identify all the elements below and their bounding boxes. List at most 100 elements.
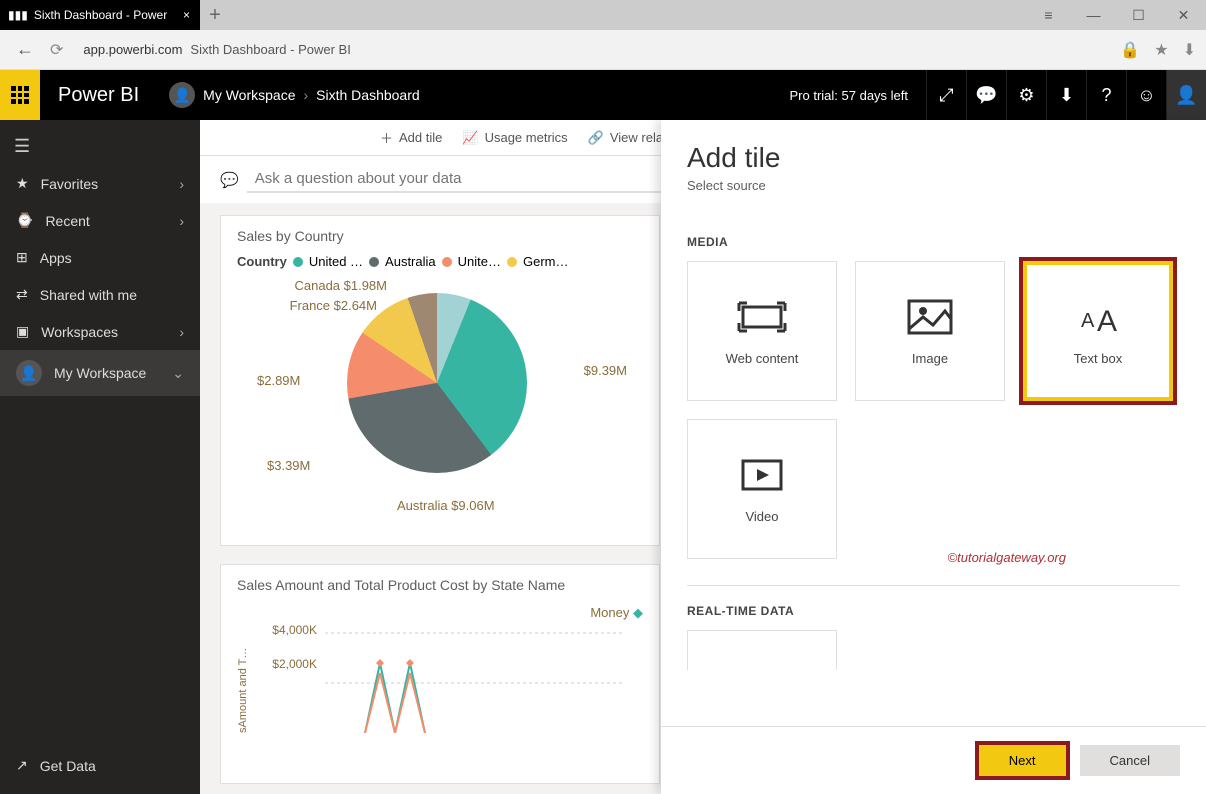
pie-label: Canada $1.98M <box>294 278 387 293</box>
legend-item: Unite… <box>458 254 501 269</box>
hamburger-icon[interactable]: ☰ <box>0 128 200 165</box>
tile-option-video[interactable]: Video <box>687 419 837 559</box>
browser-tab[interactable]: ▮▮▮ Sixth Dashboard - Power × <box>0 0 200 30</box>
star-icon: ★ <box>16 175 29 192</box>
pie-body <box>347 293 527 473</box>
add-tile-panel: Add tile Select source MEDIA Web content… <box>661 120 1206 794</box>
clock-icon: ⌚ <box>16 212 33 229</box>
line-chart <box>325 623 625 733</box>
pie-label: $9.39M <box>584 363 627 378</box>
back-button[interactable]: ← <box>10 39 40 60</box>
add-tile-button[interactable]: ＋Add tile <box>380 128 442 147</box>
url-field[interactable]: app.powerbi.com Sixth Dashboard - Power … <box>73 36 1110 63</box>
sb-label: Workspaces <box>41 324 118 340</box>
opt-label: Text box <box>1074 351 1122 366</box>
y-tick: $4,000K <box>257 623 317 637</box>
svg-text:A: A <box>1081 310 1095 332</box>
tile-sales-by-country[interactable]: Sales by Country Country United … Austra… <box>220 215 660 546</box>
close-window-icon[interactable]: ✕ <box>1161 7 1206 24</box>
sidebar-item-recent[interactable]: ⌚ Recent › <box>0 202 200 239</box>
help-icon[interactable]: ? <box>1086 70 1126 120</box>
opt-label: Video <box>745 509 778 524</box>
download-nav-icon[interactable]: ⬇ <box>1046 70 1086 120</box>
qa-input[interactable] <box>247 166 667 193</box>
avatar-icon[interactable]: 👤 <box>169 82 195 108</box>
download-icon[interactable]: ⬇ <box>1183 40 1196 60</box>
url-title: Sixth Dashboard - Power BI <box>190 42 350 57</box>
settings-icon[interactable]: ⚙ <box>1006 70 1046 120</box>
legend-item: United … <box>309 254 363 269</box>
sb-label: Shared with me <box>40 287 137 303</box>
sb-label: Favorites <box>41 176 99 192</box>
sidebar-item-workspaces[interactable]: ▣ Workspaces › <box>0 313 200 350</box>
fullscreen-icon[interactable]: ⤢ <box>926 70 966 120</box>
pie-label: France $2.64M <box>290 298 377 313</box>
minimize-icon[interactable]: — <box>1071 7 1116 23</box>
panel-title: Add tile <box>687 142 1180 174</box>
getdata-icon: ↗ <box>16 757 28 774</box>
sidebar-item-myworkspace[interactable]: 👤 My Workspace ⌄ <box>0 350 200 396</box>
menu-icon[interactable]: ≡ <box>1026 7 1071 23</box>
tile-option-web[interactable]: Web content <box>687 261 837 401</box>
cancel-button[interactable]: Cancel <box>1080 745 1180 776</box>
legend-item: Money <box>590 605 629 620</box>
next-button[interactable]: Next <box>979 745 1066 776</box>
usage-metrics-button[interactable]: 📈Usage metrics <box>462 130 567 146</box>
tile-option-image[interactable]: Image <box>855 261 1005 401</box>
grid-icon: ⊞ <box>16 249 28 266</box>
tb-label: View relat <box>610 130 667 145</box>
related-icon: 🔗 <box>588 130 604 146</box>
window-controls: ≡ — ☐ ✕ <box>1026 0 1206 30</box>
legend-dot <box>442 257 452 267</box>
chevron-icon: › <box>303 87 308 103</box>
new-tab-button[interactable]: + <box>200 4 230 27</box>
workspace-icon: ▣ <box>16 323 29 340</box>
tile-option-realtime[interactable] <box>687 630 837 670</box>
section-media: MEDIA <box>687 235 1180 249</box>
legend-dot <box>507 257 517 267</box>
tab-title: Sixth Dashboard - Power <box>34 8 167 22</box>
pie-label: $3.39M <box>267 458 310 473</box>
maximize-icon[interactable]: ☐ <box>1116 7 1161 24</box>
chevron-icon: › <box>179 213 184 229</box>
sidebar-item-favorites[interactable]: ★ Favorites › <box>0 165 200 202</box>
panel-subtitle: Select source <box>687 178 1180 193</box>
app-launcher[interactable] <box>0 70 40 120</box>
sidebar: ☰ ★ Favorites › ⌚ Recent › ⊞ Apps ⇄ Shar… <box>0 120 200 794</box>
close-tab-icon[interactable]: × <box>183 8 190 22</box>
sidebar-item-apps[interactable]: ⊞ Apps <box>0 239 200 276</box>
sidebar-item-getdata[interactable]: ↗ Get Data <box>0 747 200 784</box>
chat-icon[interactable]: 💬 <box>966 70 1006 120</box>
opt-label: Web content <box>726 351 799 366</box>
chevron-icon: › <box>179 176 184 192</box>
address-bar: ← ⟳ app.powerbi.com Sixth Dashboard - Po… <box>0 30 1206 70</box>
legend-dot <box>293 257 303 267</box>
pie-chart: Canada $1.98M France $2.64M $9.39M $2.89… <box>237 273 637 533</box>
chevron-icon: › <box>179 324 184 340</box>
url-host: app.powerbi.com <box>83 42 182 57</box>
metrics-icon: 📈 <box>462 130 478 146</box>
share-icon: ⇄ <box>16 286 28 303</box>
crumb-workspace[interactable]: My Workspace <box>203 87 295 103</box>
legend-item: Australia <box>385 254 436 269</box>
feedback-icon[interactable]: ☺ <box>1126 70 1166 120</box>
opt-label: Image <box>912 351 948 366</box>
tile-option-textbox[interactable]: AA Text box <box>1023 261 1173 401</box>
refresh-button[interactable]: ⟳ <box>50 40 63 60</box>
crumb-dashboard[interactable]: Sixth Dashboard <box>316 87 420 103</box>
avatar-icon: 👤 <box>16 360 42 386</box>
view-related-button[interactable]: 🔗 View relat <box>588 130 667 146</box>
chat-icon: 💬 <box>220 171 239 189</box>
section-realtime: REAL-TIME DATA <box>687 604 1180 618</box>
legend-dot <box>369 257 379 267</box>
favorite-icon[interactable]: ★ <box>1154 40 1168 60</box>
pie-label: Australia $9.06M <box>397 498 495 513</box>
sidebar-item-shared[interactable]: ⇄ Shared with me <box>0 276 200 313</box>
trial-status: Pro trial: 57 days left <box>772 88 927 103</box>
tile-sales-by-state[interactable]: Sales Amount and Total Product Cost by S… <box>220 564 660 784</box>
user-avatar[interactable]: 👤 <box>1166 70 1206 120</box>
sb-label: Apps <box>40 250 72 266</box>
y-tick: $2,000K <box>257 657 317 671</box>
chevron-down-icon: ⌄ <box>172 365 184 382</box>
legend-item: Germ… <box>523 254 569 269</box>
